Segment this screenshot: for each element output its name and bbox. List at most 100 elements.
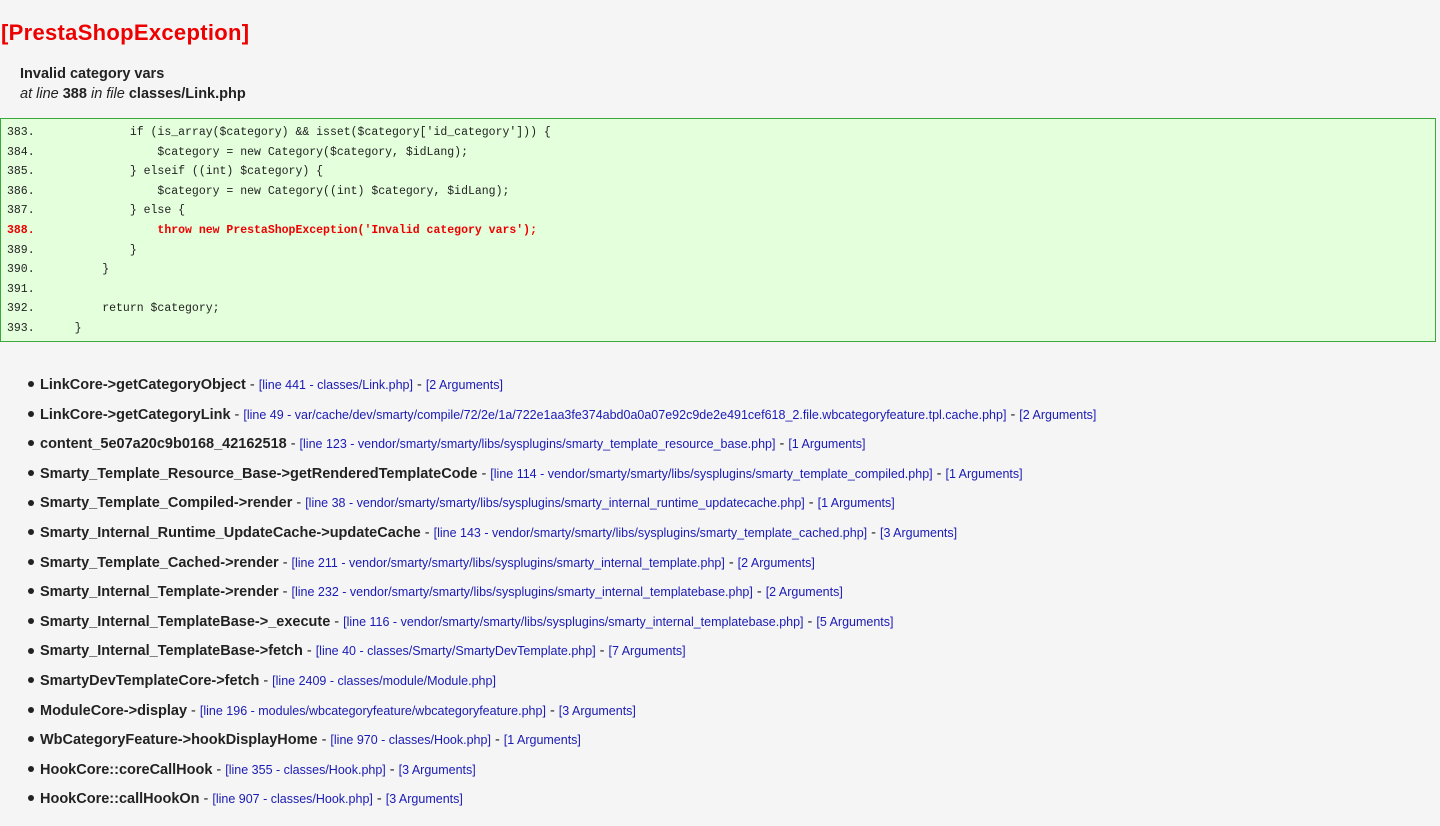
error-line-number: 388 xyxy=(62,86,87,102)
line-number: 386. xyxy=(7,184,35,198)
frame-location-link[interactable]: [line 355 - classes/Hook.php] xyxy=(225,763,386,777)
frame-location-link[interactable]: [line 2409 - classes/module/Module.php] xyxy=(272,674,496,688)
code-text: throw new PrestaShopException('Invalid c… xyxy=(47,223,537,237)
exception-message: Invalid category vars xyxy=(20,66,165,82)
frame-function: Smarty_Template_Compiled->render xyxy=(40,495,293,512)
frame-location-link[interactable]: [line 49 - var/cache/dev/smarty/compile/… xyxy=(243,408,1006,422)
code-text: } xyxy=(47,321,82,335)
code-text: $category = new Category($category, $idL… xyxy=(47,145,468,159)
separator: - xyxy=(282,584,288,601)
frame-location-link[interactable]: [line 38 - vendor/smarty/smarty/libs/sys… xyxy=(305,496,805,510)
separator: - xyxy=(376,791,382,808)
frame-location-link[interactable]: [line 116 - vendor/smarty/smarty/libs/sy… xyxy=(343,615,803,629)
exception-title: [PrestaShopException] xyxy=(1,20,250,45)
stack-frame: HookCore::coreCallHook - [line 355 - class… xyxy=(28,756,1096,786)
code-line: 383. if (is_array($category) && isset($c… xyxy=(1,123,1435,143)
frame-location-link[interactable]: [line 970 - classes/Hook.php] xyxy=(330,733,491,747)
frame-arguments-link[interactable]: [3 Arguments] xyxy=(399,763,476,777)
stack-frame: WbCategoryFeature->hookDisplayHome - [line… xyxy=(28,726,1096,756)
separator: - xyxy=(290,436,296,453)
frame-arguments-link[interactable]: [1 Arguments] xyxy=(788,437,865,451)
bullet-icon xyxy=(28,588,34,595)
frame-location-link[interactable]: [line 211 - vendor/smarty/smarty/libs/sy… xyxy=(292,556,725,570)
separator: - xyxy=(282,554,288,571)
separator: - xyxy=(234,406,240,423)
code-text: return $category; xyxy=(47,302,220,316)
frame-arguments-link[interactable]: [2 Arguments] xyxy=(738,556,815,570)
bullet-icon xyxy=(28,677,34,684)
separator: - xyxy=(216,761,222,778)
code-line: 390. } xyxy=(1,260,1435,280)
code-text: } else { xyxy=(47,204,186,218)
stack-frame: content_5e07a20c9b0168_42162518- [line 12… xyxy=(28,430,1096,460)
stack-frame: HookCore::callHookOn - [line 907 - classes… xyxy=(28,785,1096,815)
code-text: } xyxy=(47,263,110,277)
frame-arguments-link[interactable]: [2 Arguments] xyxy=(766,585,843,599)
frame-location-link[interactable]: [line 143 - vendor/smarty/smarty/libs/sy… xyxy=(434,526,868,540)
stack-frame: Smarty_Template_Cached->render - [line 211… xyxy=(28,549,1096,579)
separator: - xyxy=(389,761,395,778)
frame-arguments-link[interactable]: [3 Arguments] xyxy=(559,704,636,718)
bullet-icon xyxy=(28,410,34,417)
frame-location-link[interactable]: [line 123 - vendor/smarty/smarty/libs/sy… xyxy=(300,437,776,451)
frame-arguments-link[interactable]: [1 Arguments] xyxy=(504,733,581,747)
frame-location-link[interactable]: [line 232 - vendor/smarty/smarty/libs/sy… xyxy=(292,585,753,599)
frame-function: ModuleCore->display xyxy=(40,702,188,719)
frame-function: HookCore::callHookOn xyxy=(40,791,200,808)
frame-arguments-link[interactable]: [5 Arguments] xyxy=(816,615,893,629)
separator: - xyxy=(481,465,487,482)
line-number: 389. xyxy=(7,243,35,257)
separator: - xyxy=(203,791,209,808)
separator: - xyxy=(321,732,327,749)
frame-arguments-link[interactable]: [2 Arguments] xyxy=(1019,408,1096,422)
line-number: 390. xyxy=(7,263,35,277)
stack-frame: SmartyDevTemplateCore->fetch - [line 2409 … xyxy=(28,667,1096,697)
frame-arguments-link[interactable]: [3 Arguments] xyxy=(386,792,463,806)
line-number: 392. xyxy=(7,302,35,316)
code-line: 385. } elseif ((int) $category) { xyxy=(1,162,1435,182)
code-text: } elseif ((int) $category) { xyxy=(47,165,324,179)
exception-location: at line 388 in file classes/Link.php xyxy=(20,84,246,104)
frame-location-link[interactable]: [line 441 - classes/Link.php] xyxy=(259,378,413,392)
line-number: 384. xyxy=(7,145,35,159)
frame-function: HookCore::coreCallHook xyxy=(40,761,213,778)
bullet-icon xyxy=(28,381,34,388)
frame-function: Smarty_Internal_TemplateBase->_execute xyxy=(40,613,331,630)
line-number: 393. xyxy=(7,321,35,335)
frame-function: Smarty_Internal_Runtime_UpdateCache->upd… xyxy=(40,524,421,541)
frame-function: LinkCore->getCategoryLink xyxy=(40,406,231,423)
stack-frame: LinkCore->getCategoryObject - [line 441 - … xyxy=(28,371,1096,401)
separator: - xyxy=(808,495,814,512)
frame-location-link[interactable]: [line 40 - classes/Smarty/SmartyDevTempl… xyxy=(316,644,596,658)
frame-location-link[interactable]: [line 114 - vendor/smarty/smarty/libs/sy… xyxy=(490,467,932,481)
frame-arguments-link[interactable]: [1 Arguments] xyxy=(945,467,1022,481)
code-text: if (is_array($category) && isset($catego… xyxy=(47,126,551,139)
stack-frame: ModuleCore->display - [line 196 - modules/… xyxy=(28,697,1096,727)
bullet-icon xyxy=(28,795,34,802)
code-line: 393. } xyxy=(1,319,1435,339)
in-file-label: in file xyxy=(90,86,125,102)
frame-location-link[interactable]: [line 907 - classes/Hook.php] xyxy=(212,792,373,806)
exception-message-block: Invalid category vars at line 388 in fil… xyxy=(20,64,246,104)
separator: - xyxy=(249,377,255,393)
separator: - xyxy=(549,702,555,719)
frame-arguments-link[interactable]: [2 Arguments] xyxy=(426,378,503,392)
line-number: 385. xyxy=(7,165,35,179)
line-number: 388. xyxy=(7,223,35,237)
frame-arguments-link[interactable]: [1 Arguments] xyxy=(818,496,895,510)
bullet-icon xyxy=(28,529,34,536)
frame-arguments-link[interactable]: [7 Arguments] xyxy=(609,644,686,658)
frame-function: WbCategoryFeature->hookDisplayHome xyxy=(40,732,318,749)
separator: - xyxy=(306,643,312,660)
stack-frame: Smarty_Template_Resource_Base->getRender… xyxy=(28,460,1096,490)
bullet-icon xyxy=(28,440,34,447)
frame-function: Smarty_Internal_TemplateBase->fetch xyxy=(40,643,303,660)
bullet-icon xyxy=(28,706,34,713)
code-text: $category = new Category((int) $category… xyxy=(47,184,510,198)
frame-location-link[interactable]: [line 196 - modules/wbcategoryfeature/wb… xyxy=(200,704,546,718)
frame-function: content_5e07a20c9b0168_42162518 xyxy=(40,436,287,453)
bullet-icon xyxy=(28,558,34,565)
line-number: 391. xyxy=(7,282,35,296)
frame-arguments-link[interactable]: [3 Arguments] xyxy=(880,526,957,540)
separator: - xyxy=(296,495,302,512)
